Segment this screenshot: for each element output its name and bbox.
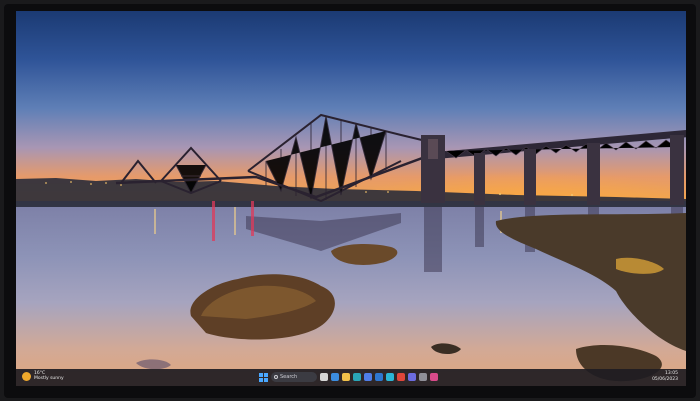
- edge-icon[interactable]: [353, 373, 361, 381]
- taskbar: 16°C Mostly sunny Search 13:05 05/06/202…: [16, 369, 686, 386]
- photos-icon[interactable]: [386, 373, 394, 381]
- teams-icon[interactable]: [408, 373, 416, 381]
- system-tray-clock[interactable]: 13:05 05/06/2023: [652, 371, 678, 383]
- file-explorer-icon[interactable]: [342, 373, 350, 381]
- taskbar-search[interactable]: Search: [271, 372, 317, 382]
- mail-icon[interactable]: [375, 373, 383, 381]
- settings-icon[interactable]: [419, 373, 427, 381]
- chrome-icon[interactable]: [397, 373, 405, 381]
- desktop-screen: 16°C Mostly sunny Search 13:05 05/06/202…: [16, 11, 686, 386]
- sun-icon: [22, 371, 31, 381]
- search-placeholder: Search: [280, 374, 298, 380]
- pinned-apps: [320, 373, 438, 381]
- search-icon: [274, 375, 278, 379]
- weather-widget[interactable]: 16°C Mostly sunny: [22, 371, 64, 381]
- taskview-icon[interactable]: [320, 373, 328, 381]
- wallpaper-image: [16, 113, 686, 382]
- app-icon[interactable]: [430, 373, 438, 381]
- start-button[interactable]: [258, 372, 268, 382]
- store-icon[interactable]: [364, 373, 372, 381]
- clock-date: 05/06/2023: [652, 377, 678, 382]
- taskbar-center: Search: [258, 372, 438, 382]
- widgets-icon[interactable]: [331, 373, 339, 381]
- weather-condition: Mostly sunny: [34, 376, 64, 381]
